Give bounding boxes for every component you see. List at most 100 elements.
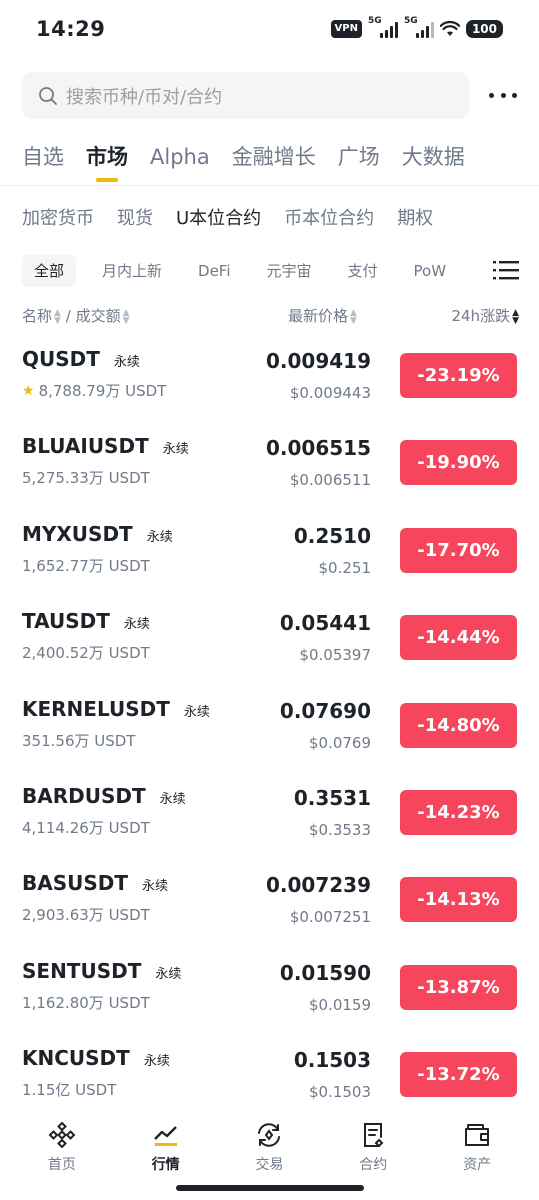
last-price: 0.006515: [265, 436, 371, 461]
contract-type: 永续: [162, 442, 189, 458]
volume: 1,162.80万 USDT: [22, 993, 150, 1012]
price-usd: $0.05397: [299, 646, 371, 665]
trade-icon: [258, 1123, 281, 1147]
status-bar: 14:29 VPN 5G 5G 100: [0, 0, 539, 62]
table-row[interactable]: MYXUSDT 永续 1,652.77万 USDT 0.2510 $0.251 -…: [0, 510, 539, 597]
signal-icon: 5G: [404, 16, 434, 38]
nav-label: 首页: [47, 1157, 76, 1173]
volume: 4,114.26万 USDT: [22, 818, 150, 837]
nav-label: 合约: [359, 1157, 388, 1173]
change-badge[interactable]: -19.90%: [400, 440, 517, 486]
column-header: 名称 ▲ ▼ / 成交额 ▲ ▼ 最新价格 ▲ ▼ 24h涨跌 ▲ ▼: [22, 305, 519, 329]
symbol: BARDUSDT: [22, 783, 146, 808]
column-separator: /: [65, 307, 71, 325]
sort-change[interactable]: 24h涨跌 ▲ ▼: [451, 305, 519, 326]
futures-icon: [364, 1123, 384, 1148]
nav-home[interactable]: 首页: [17, 1110, 107, 1200]
contract-type: 永续: [143, 1054, 170, 1070]
subtab-coinm-futures[interactable]: 币本位合约: [284, 204, 374, 234]
change-badge[interactable]: -13.72%: [400, 1052, 517, 1098]
price-usd: $0.0159: [308, 995, 371, 1014]
symbol: KERNELUSDT: [22, 696, 170, 721]
vpn-badge: VPN: [330, 20, 362, 38]
change-badge[interactable]: -14.44%: [400, 615, 517, 661]
last-price: 0.01590: [279, 960, 371, 985]
market-list: QUSDT 永续 ★ 8,788.79万 USDT 0.009419 $0.0094…: [0, 335, 539, 1122]
contract-type: 永续: [142, 879, 169, 895]
status-time: 14:29: [36, 17, 106, 41]
last-price: 0.1503: [293, 1048, 371, 1073]
price-usd: $0.0769: [308, 733, 371, 752]
change-badge[interactable]: -23.19%: [400, 353, 517, 398]
table-row[interactable]: QUSDT 永续 ★ 8,788.79万 USDT 0.009419 $0.0094…: [0, 335, 539, 422]
contract-type: 永续: [123, 617, 150, 633]
favorite-star-icon: ★: [22, 382, 35, 399]
tab-favorites[interactable]: 自选: [22, 138, 64, 182]
last-price: 0.009419: [265, 349, 371, 373]
symbol: MYXUSDT: [22, 521, 133, 546]
subtab-options[interactable]: 期权: [397, 204, 433, 234]
tab-market[interactable]: 市场: [86, 138, 128, 182]
subtab-crypto[interactable]: 加密货币: [22, 204, 94, 234]
table-row[interactable]: BARDUSDT 永续 4,114.26万 USDT 0.3531 $0.3533…: [0, 772, 539, 859]
filter-chips: 全部 月内上新 DeFi 元宇宙 支付 PoW: [22, 254, 519, 288]
chip-new-listing[interactable]: 月内上新: [102, 255, 162, 287]
sort-icon: ▲ ▼: [350, 307, 357, 326]
symbol: BLUAIUSDT: [22, 434, 149, 459]
table-row[interactable]: BASUSDT 永续 2,903.63万 USDT 0.007239 $0.007…: [0, 859, 539, 946]
tab-alpha[interactable]: Alpha: [150, 138, 210, 182]
chip-payment[interactable]: 支付: [348, 255, 378, 287]
symbol: TAUSDT: [22, 609, 110, 634]
nav-label: 资产: [463, 1157, 492, 1173]
contract-type: 永续: [113, 355, 140, 370]
table-row[interactable]: BLUAIUSDT 永续 5,275.33万 USDT 0.006515 $0.0…: [0, 422, 539, 509]
column-price: 最新价格: [288, 307, 349, 325]
change-badge[interactable]: -13.87%: [400, 964, 517, 1010]
column-name: 名称: [22, 307, 53, 325]
sort-name-volume[interactable]: 名称 ▲ ▼ / 成交额 ▲ ▼: [22, 305, 130, 326]
tab-big-data[interactable]: 大数据: [402, 138, 465, 182]
contract-type: 永续: [183, 704, 210, 720]
list-settings-icon[interactable]: [493, 258, 519, 282]
price-usd: $0.009443: [289, 384, 371, 402]
chip-defi[interactable]: DeFi: [198, 255, 230, 287]
subtab-usdm-futures[interactable]: U本位合约: [176, 204, 261, 234]
change-badge[interactable]: -17.70%: [400, 527, 517, 573]
chip-all[interactable]: 全部: [22, 255, 77, 287]
sub-tabs: 加密货币 现货 U本位合约 币本位合约 期权: [22, 204, 456, 234]
contract-type: 永续: [155, 966, 182, 982]
home-icon: [48, 1121, 76, 1149]
symbol: KNCUSDT: [22, 1046, 130, 1071]
tab-growth[interactable]: 金融增长: [232, 138, 316, 182]
nav-assets[interactable]: 资产: [432, 1110, 522, 1200]
price-usd: $0.007251: [289, 908, 371, 927]
table-row[interactable]: KERNELUSDT 永续 351.56万 USDT 0.07690 $0.076…: [0, 685, 539, 772]
sort-price[interactable]: 最新价格 ▲ ▼: [288, 305, 357, 326]
table-row[interactable]: TAUSDT 永续 2,400.52万 USDT 0.05441 $0.05397…: [0, 597, 539, 684]
change-badge[interactable]: -14.13%: [400, 877, 517, 923]
change-badge[interactable]: -14.80%: [400, 702, 517, 748]
chip-pow[interactable]: PoW: [414, 255, 447, 287]
tab-square[interactable]: 广场: [338, 138, 380, 182]
change-badge[interactable]: -14.23%: [400, 789, 517, 835]
contract-type: 永续: [159, 791, 186, 807]
home-indicator[interactable]: [176, 1185, 364, 1191]
subtab-spot[interactable]: 现货: [117, 204, 153, 234]
sort-icon: ▲ ▼: [122, 307, 130, 326]
search-placeholder: 搜索币种/币对/合约: [66, 86, 223, 108]
volume: 1,652.77万 USDT: [22, 556, 150, 575]
volume: 2,400.52万 USDT: [22, 644, 150, 663]
chip-metaverse[interactable]: 元宇宙: [267, 255, 312, 287]
table-row[interactable]: SENTUSDT 永续 1,162.80万 USDT 0.01590 $0.015…: [0, 947, 539, 1034]
search-input[interactable]: 搜索币种/币对/合约: [22, 72, 469, 119]
table-row[interactable]: KNCUSDT 永续 1.15亿 USDT 0.1503 $0.1503 -13.…: [0, 1034, 539, 1121]
sort-icon: ▲ ▼: [512, 307, 519, 326]
symbol: SENTUSDT: [22, 958, 142, 983]
more-options-icon[interactable]: [487, 84, 519, 106]
symbol: QUSDT: [22, 347, 100, 371]
market-chart-icon: [153, 1126, 177, 1146]
column-volume: 成交额: [75, 307, 121, 325]
last-price: 0.05441: [279, 611, 371, 636]
divider: [0, 185, 539, 186]
volume: 5,275.33万 USDT: [22, 469, 150, 488]
